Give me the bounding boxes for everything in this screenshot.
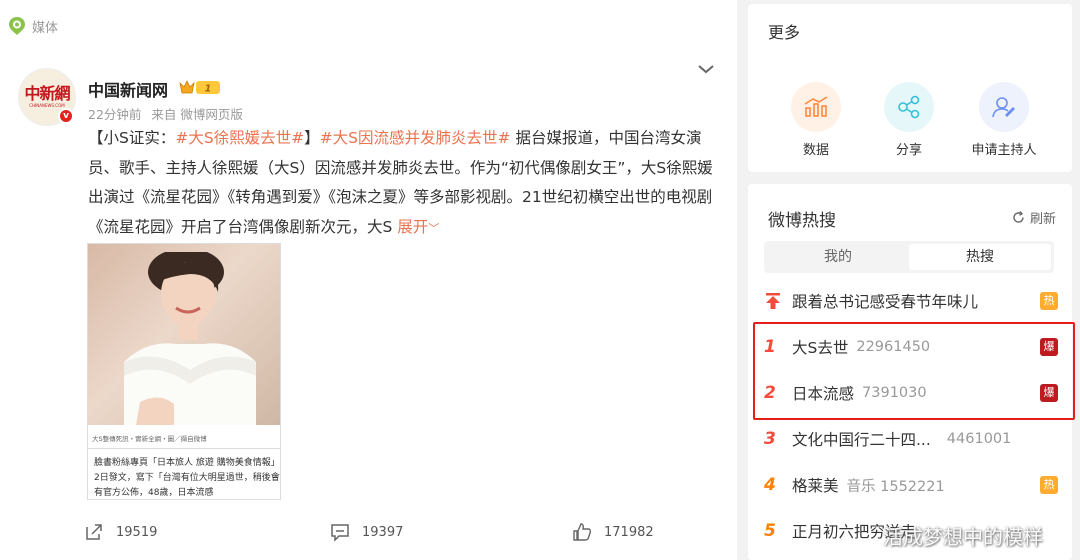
hot-title: 文化中国行二十四... (792, 431, 931, 449)
hot-search-title: 微博热搜 (768, 211, 836, 231)
like-button[interactable]: 171982 (572, 522, 654, 542)
more-card: 更多 数据 分享 申请主持人 (748, 4, 1072, 172)
hot-count: 4461001 (946, 431, 1012, 447)
repost-count: 19519 (116, 524, 158, 540)
post-bracket: 】 (304, 129, 320, 147)
woman-portrait-image (124, 252, 256, 425)
more-title: 更多 (768, 23, 801, 42)
hashtag-link[interactable]: #大S因流感并发肺炎去世# (320, 129, 511, 147)
author-name[interactable]: 中国新闻网 (88, 77, 168, 101)
hot-tag-badge: 热 (1040, 476, 1058, 494)
apply-host-circle (979, 82, 1029, 132)
vip-crown-icon[interactable]: 1 (178, 79, 222, 96)
data-circle (791, 82, 841, 132)
media-tag-label: 媒体 (32, 20, 59, 36)
share-icon (898, 95, 920, 119)
share-button[interactable]: 分享 (869, 82, 949, 158)
hot-pinned-title: 跟着总书记感受春节年味儿 (792, 293, 979, 311)
comment-button[interactable]: 19397 (330, 522, 403, 542)
post-actions: 19519 19397 171982 (0, 522, 737, 552)
pin-top-icon (766, 293, 780, 309)
chart-icon (804, 96, 828, 117)
share-label: 分享 (895, 143, 922, 158)
hot-rank: 4 (764, 475, 776, 495)
hot-count: 音乐 1552221 (846, 478, 945, 495)
photo-area (88, 244, 280, 425)
avatar-logo-text: 中新網 (24, 84, 70, 103)
verified-icon: v (58, 108, 74, 124)
post-text: 【小S证实：#大S徐熙媛去世#】#大S因流感并发肺炎去世# 据台媒报道，中国台湾… (88, 124, 720, 243)
user-edit-icon (992, 97, 1015, 118)
post-time[interactable]: 22分钟前 (88, 107, 141, 122)
comment-count: 19397 (362, 524, 404, 540)
data-label: 数据 (802, 143, 829, 158)
vip-level: 1 (205, 84, 212, 95)
hot-tabs: 我的 热搜 (764, 241, 1054, 273)
watermark-text: 活成梦想中的模样 (883, 525, 1043, 549)
tab-mine[interactable]: 我的 (767, 244, 909, 270)
hot-pinned-item[interactable]: 跟着总书记感受春节年味儿 热 (764, 286, 1058, 316)
hot-rank: 5 (764, 521, 776, 541)
hot-item[interactable]: 4 格莱美 音乐 1552221 热 (764, 470, 1058, 500)
image-divider (88, 448, 280, 449)
thumbs-up-icon (573, 523, 592, 541)
hot-title: 格莱美 (792, 477, 839, 495)
expand-link[interactable]: 展开﹀ (397, 218, 439, 236)
media-tag: 媒体 (8, 16, 58, 36)
image-caption: 臉書粉絲專頁「日本旅人 旅遊 購物美食情報」2日發文，寫下「台灣有位大明星過世，… (94, 458, 280, 498)
repost-icon (86, 524, 102, 540)
hot-item[interactable]: 3 文化中国行二十四... 4461001 (764, 424, 1058, 454)
refresh-button[interactable]: 刷新 (1012, 208, 1056, 227)
comment-icon (331, 524, 349, 542)
avatar-logo-subtext: CHINANEWS.COM (29, 103, 65, 108)
apply-host-button[interactable]: 申请主持人 (964, 82, 1044, 158)
hot-tag-badge: 热 (1040, 292, 1058, 310)
post-source: 来自 微博网页版 (151, 107, 243, 122)
tab-hot[interactable]: 热搜 (909, 244, 1051, 270)
like-count: 171982 (604, 524, 654, 540)
expand-label[interactable]: 展开 (397, 218, 428, 236)
highlight-annotation-box (753, 322, 1075, 420)
hot-rank: 3 (764, 429, 776, 449)
weibo-post-card: 媒体 中新網 CHINANEWS.COM v 中国新闻网 1 22分钟前 来自 … (0, 0, 737, 560)
chevron-down-icon[interactable] (697, 62, 715, 76)
apply-host-label: 申请主持人 (971, 143, 1037, 158)
image-source-caption: 大S整傳死訊・實新全網・圖／擷自微博 (92, 435, 207, 443)
expand-chevron-icon: ﹀ (428, 221, 440, 235)
post-image[interactable]: 大S整傳死訊・實新全網・圖／擷自微博 臉書粉絲專頁「日本旅人 旅遊 購物美食情報… (87, 243, 281, 500)
post-prefix: 【小S证实： (88, 129, 176, 147)
media-location-icon (9, 17, 25, 35)
refresh-label: 刷新 (1029, 212, 1056, 227)
share-circle (884, 82, 934, 132)
data-button[interactable]: 数据 (776, 82, 856, 158)
post-meta: 22分钟前 来自 微博网页版 (88, 104, 249, 123)
refresh-icon (1013, 211, 1024, 223)
hashtag-link[interactable]: #大S徐熙媛去世# (175, 129, 304, 147)
repost-button[interactable]: 19519 (84, 522, 157, 542)
